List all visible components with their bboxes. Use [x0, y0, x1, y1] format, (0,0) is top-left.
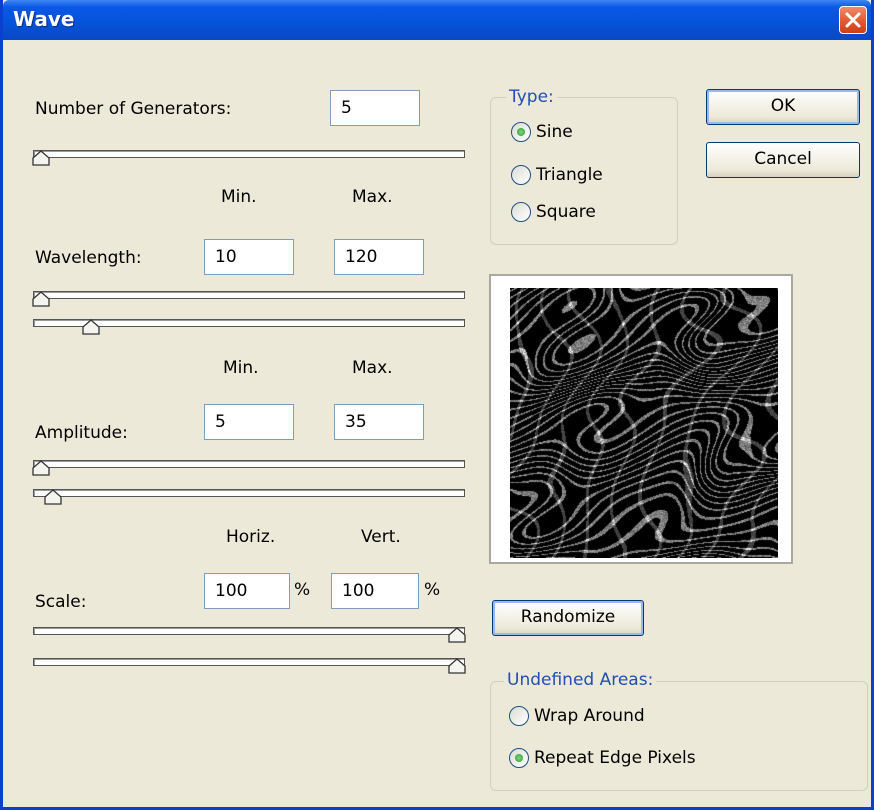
slider-thumb[interactable] — [32, 150, 50, 166]
generators-input[interactable]: 5 — [330, 90, 420, 126]
window-title: Wave — [13, 7, 75, 31]
slider-track — [33, 489, 465, 497]
amplitude-min-slider[interactable] — [32, 457, 465, 479]
type-option-label: Triangle — [536, 165, 603, 185]
slider-track — [33, 627, 465, 635]
title-bar[interactable]: Wave — [3, 0, 871, 40]
wavelength-max-slider[interactable] — [33, 316, 465, 338]
amplitude-min-header: Min. — [223, 358, 259, 378]
preview-panel[interactable] — [489, 274, 793, 564]
wave-preview-image — [510, 288, 778, 558]
cancel-button[interactable]: Cancel — [706, 142, 860, 178]
close-button[interactable] — [839, 6, 867, 34]
scale-horiz-slider[interactable] — [33, 624, 466, 646]
type-option-sine[interactable]: Sine — [511, 122, 573, 142]
slider-thumb[interactable] — [82, 319, 100, 335]
wavelength-label: Wavelength: — [35, 248, 142, 268]
amplitude-max-input[interactable]: 35 — [334, 404, 424, 440]
undefined-areas-label: Undefined Areas: — [504, 670, 657, 690]
amplitude-label: Amplitude: — [35, 423, 128, 443]
undefined-option-label: Repeat Edge Pixels — [534, 748, 696, 768]
radio-button[interactable] — [511, 122, 531, 142]
scale-vert-slider[interactable] — [33, 655, 466, 677]
slider-thumb[interactable] — [32, 291, 50, 307]
undefined-option-wrap-around[interactable]: Wrap Around — [509, 706, 645, 726]
radio-button[interactable] — [509, 748, 529, 768]
radio-button[interactable] — [511, 202, 531, 222]
undefined-option-repeat-edge-pixels[interactable]: Repeat Edge Pixels — [509, 748, 696, 768]
ok-button[interactable]: OK — [706, 89, 860, 125]
type-option-label: Square — [536, 202, 596, 222]
type-group-label: Type: — [506, 87, 557, 107]
slider-thumb[interactable] — [44, 489, 63, 505]
undefined-option-label: Wrap Around — [534, 706, 645, 726]
generators-slider[interactable] — [32, 147, 465, 169]
close-icon — [845, 12, 861, 28]
undefined-areas-group — [490, 681, 868, 791]
scale-horiz-header: Horiz. — [226, 527, 276, 547]
scale-vert-unit: % — [424, 580, 441, 600]
slider-thumb[interactable] — [32, 460, 50, 476]
generators-label: Number of Generators: — [35, 99, 232, 119]
scale-label: Scale: — [35, 592, 87, 612]
randomize-button[interactable]: Randomize — [492, 600, 644, 636]
wavelength-min-slider[interactable] — [32, 288, 465, 310]
type-option-triangle[interactable]: Triangle — [511, 165, 603, 185]
slider-track — [33, 150, 465, 158]
slider-track — [33, 460, 465, 468]
scale-vert-input[interactable]: 100 — [331, 573, 419, 609]
radio-button[interactable] — [511, 165, 531, 185]
amplitude-min-input[interactable]: 5 — [204, 404, 294, 440]
scale-horiz-input[interactable]: 100 — [204, 573, 290, 609]
type-option-square[interactable]: Square — [511, 202, 596, 222]
wavelength-max-header: Max. — [352, 187, 393, 207]
slider-track — [33, 658, 465, 666]
scale-vert-header: Vert. — [361, 527, 401, 547]
slider-thumb[interactable] — [448, 627, 466, 643]
amplitude-max-slider[interactable] — [33, 486, 465, 508]
wavelength-min-header: Min. — [221, 187, 257, 207]
wave-dialog: Wave Number of Generators: 5 Min. Max. W… — [0, 0, 874, 810]
type-option-label: Sine — [536, 122, 573, 142]
scale-horiz-unit: % — [294, 580, 311, 600]
wavelength-min-input[interactable]: 10 — [204, 239, 294, 275]
slider-track — [33, 291, 465, 299]
amplitude-max-header: Max. — [352, 358, 393, 378]
radio-button[interactable] — [509, 706, 529, 726]
slider-thumb[interactable] — [448, 658, 466, 674]
wavelength-max-input[interactable]: 120 — [334, 239, 424, 275]
